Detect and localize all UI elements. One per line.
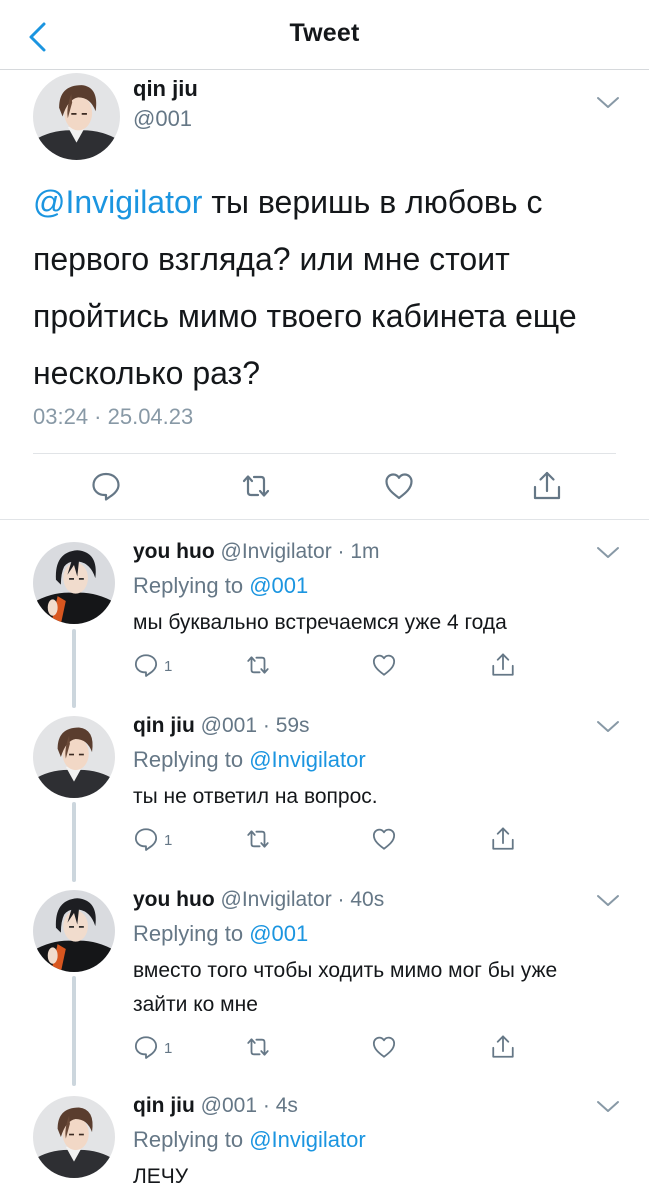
reply-count: 1 [164,832,173,849]
replying-to: Replying to @001 [133,921,308,947]
author-handle: @001 [133,106,193,131]
tweet-text: ЛЕЧУ [133,1165,189,1188]
like-icon[interactable] [371,652,397,678]
author-name[interactable]: qin jiu [133,76,198,102]
replying-to: Replying to @001 [133,573,308,599]
share-icon[interactable] [490,1034,516,1060]
share-icon[interactable] [490,652,516,678]
author-meta: @001 · 59s [200,714,310,737]
reply-icon[interactable] [90,470,122,502]
avatar[interactable] [33,73,120,160]
mention-link[interactable]: @Invigilator [33,184,202,220]
reply-tweet: you huo @Invigilator · 40s Replying to @… [0,878,649,1082]
replying-label: Replying to [133,1127,250,1152]
chevron-down-icon[interactable] [596,720,620,734]
replying-label: Replying to [133,573,250,598]
tweet-text: мы буквально встречаемся уже 4 года [133,611,507,634]
author-name[interactable]: you huo [133,540,215,563]
reply-header: qin jiu @001 · 4s [133,1094,298,1118]
share-icon[interactable] [531,470,563,502]
chevron-down-icon[interactable] [596,1100,620,1114]
author-meta: @Invigilator · 1m [220,540,380,563]
retweet-icon[interactable] [245,826,271,852]
avatar[interactable] [33,542,115,624]
like-icon[interactable] [371,1034,397,1060]
replying-label: Replying to [133,747,250,772]
mention-link[interactable]: @001 [249,573,308,598]
reply-count: 1 [164,1040,173,1057]
reply-tweet: you huo @Invigilator · 1m Replying to @0… [0,530,649,702]
retweet-icon[interactable] [245,652,271,678]
tweet-text: @Invigilator ты веришь в любовь с первог… [33,174,623,402]
reply-header: you huo @Invigilator · 40s [133,888,384,912]
replying-to: Replying to @Invigilator [133,1127,366,1153]
replying-to: Replying to @Invigilator [133,747,366,773]
mention-link[interactable]: @001 [249,921,308,946]
retweet-icon[interactable] [240,470,272,502]
like-icon[interactable] [383,470,415,502]
reply-header: qin jiu @001 · 59s [133,714,310,738]
mention-link[interactable]: @Invigilator [249,1127,366,1152]
mention-link[interactable]: @Invigilator [249,747,366,772]
replying-label: Replying to [133,921,250,946]
avatar[interactable] [33,716,115,798]
author-name[interactable]: qin jiu [133,1094,195,1117]
chevron-down-icon[interactable] [596,894,620,908]
main-tweet: qin jiu @001 @Invigilator ты веришь в лю… [0,70,649,520]
reply-icon[interactable] [133,652,159,678]
share-icon[interactable] [490,826,516,852]
author-name[interactable]: you huo [133,888,215,911]
top-bar: Tweet [0,0,649,70]
timestamp: 03:24 · 25.04.23 [33,404,194,429]
avatar[interactable] [33,1096,115,1178]
reply-icon[interactable] [133,826,159,852]
tweet-text: ты не ответил на вопрос. [133,785,378,808]
reply-icon[interactable] [133,1034,159,1060]
chevron-down-icon[interactable] [596,546,620,560]
reply-count: 1 [164,658,173,675]
tweet-text: вместо того чтобы ходить мимо мог бы уже… [133,959,558,1016]
author-meta: @001 · 4s [200,1094,298,1117]
reply-tweet: qin jiu @001 · 59s Replying to @Invigila… [0,704,649,874]
like-icon[interactable] [371,826,397,852]
author-name[interactable]: qin jiu [133,714,195,737]
author-meta: @Invigilator · 40s [220,888,385,911]
divider [33,453,616,454]
avatar[interactable] [33,890,115,972]
chevron-down-icon[interactable] [596,96,620,110]
retweet-icon[interactable] [245,1034,271,1060]
page-title: Tweet [289,19,360,47]
reply-tweet: qin jiu @001 · 4s Replying to @Invigilat… [0,1084,649,1200]
reply-header: you huo @Invigilator · 1m [133,540,380,564]
